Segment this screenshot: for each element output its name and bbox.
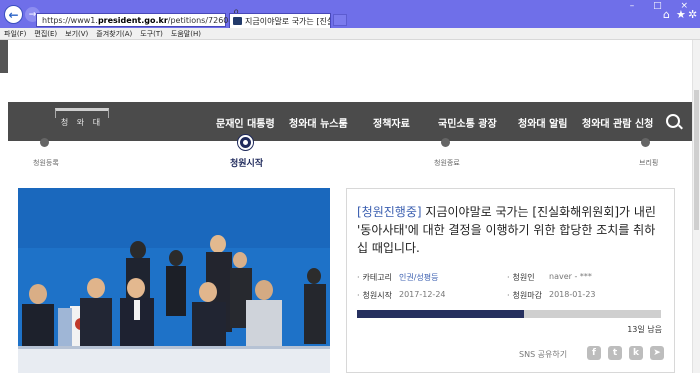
days-left: 13일 남음 <box>627 325 662 334</box>
sns-share-label: SNS 공유하기 <box>519 350 568 359</box>
petition-photo <box>18 188 330 373</box>
category-value[interactable]: 인권/성평등 <box>399 272 439 283</box>
step-dot-ended <box>441 138 450 147</box>
step-dot-registered <box>40 138 49 147</box>
menu-file[interactable]: 파일(F) <box>4 29 26 39</box>
browser-titlebar: ← → https://www1. president.go.kr/petitio… <box>0 0 700 34</box>
step-dot-briefing <box>641 138 650 147</box>
back-arrow-icon: ← <box>8 7 19 22</box>
facebook-icon[interactable]: f <box>587 346 601 360</box>
nav-tour-application[interactable]: 청와대 관람 신청 <box>582 115 653 130</box>
tab-title: 지금이야말로 국가는 [진실... <box>245 16 330 26</box>
new-tab-button[interactable] <box>333 14 347 26</box>
blue-house-roof-icon <box>55 108 109 118</box>
window-controls[interactable]: – □ × <box>630 1 696 11</box>
nav-president[interactable]: 문재인 대통령 <box>216 115 275 130</box>
petition-progress-bar <box>357 310 661 318</box>
address-prefix: https://www1. <box>42 15 98 25</box>
step-label-registered: 청원등록 <box>33 159 59 167</box>
step-label-ended: 청원종료 <box>434 159 460 167</box>
address-domain: president.go.kr <box>97 15 168 25</box>
nav-communication-square[interactable]: 국민소통 광장 <box>438 115 497 130</box>
step-dot-started <box>238 135 253 150</box>
end-date-value: 2018-01-23 <box>549 290 596 299</box>
back-button[interactable]: ← <box>4 5 23 24</box>
twitter-icon[interactable]: t <box>608 346 622 360</box>
menu-edit[interactable]: 편집(E) <box>34 29 57 39</box>
nav-policy[interactable]: 정책자료 <box>373 115 410 130</box>
kakao-icon[interactable]: k <box>629 346 643 360</box>
petition-status: [청원진행중] <box>357 205 422 219</box>
address-bar[interactable]: https://www1. president.go.kr/petitions/7… <box>36 7 240 34</box>
search-icon[interactable] <box>666 114 680 128</box>
nav-notice[interactable]: 청와대 알림 <box>518 115 567 130</box>
petition-title: [청원진행중] 지금이야말로 국가는 [진실화해위원회]가 내린 '동아사태'에… <box>357 203 657 257</box>
petition-progress-fill <box>357 310 525 318</box>
nav-newsroom[interactable]: 청와대 뉴스룸 <box>289 115 348 130</box>
menu-tools[interactable]: 도구(T) <box>140 29 163 39</box>
start-date-label: 청원시작 <box>357 290 392 301</box>
step-label-started: 청원시작 <box>230 159 264 169</box>
page-edge-block <box>0 40 8 73</box>
address-suffix: /petitions/72604 <box>167 15 234 25</box>
twitter-glyph: t <box>612 348 618 358</box>
category-label: 카테고리 <box>357 272 392 283</box>
telegram-icon[interactable]: ➤ <box>650 346 664 360</box>
menu-help[interactable]: 도움말(H) <box>171 29 201 39</box>
petition-card: [청원진행중] 지금이야말로 국가는 [진실화해위원회]가 내린 '동아사태'에… <box>346 188 675 373</box>
logo-name: 청 와 대 <box>60 118 104 127</box>
facebook-glyph: f <box>592 348 596 358</box>
tab-favicon-icon <box>233 17 242 25</box>
telegram-glyph: ➤ <box>653 348 661 358</box>
site-logo[interactable]: 청 와 대 <box>54 108 110 138</box>
author-value: naver - *** <box>549 272 592 281</box>
menu-view[interactable]: 보기(V) <box>65 29 88 39</box>
end-date-label: 청원마감 <box>507 290 542 301</box>
site-navigation: 청 와 대 문재인 대통령 청와대 뉴스룸 정책자료 국민소통 광장 청와대 알… <box>8 102 692 141</box>
author-label: 청원인 <box>507 272 535 283</box>
vertical-scrollbar[interactable] <box>692 40 700 373</box>
browser-tab[interactable]: 지금이야말로 국가는 [진실... × <box>229 13 331 28</box>
menu-favorites[interactable]: 즐겨찾기(A) <box>96 29 132 39</box>
menu-bar: 파일(F) 편집(E) 보기(V) 즐겨찾기(A) 도구(T) 도움말(H) <box>0 28 700 40</box>
start-date-value: 2017-12-24 <box>399 290 446 299</box>
step-label-briefing: 브리핑 <box>639 159 659 167</box>
scrollbar-thumb[interactable] <box>694 90 699 230</box>
kakao-glyph: k <box>633 348 639 358</box>
meeting-photo-illustration <box>18 188 330 373</box>
